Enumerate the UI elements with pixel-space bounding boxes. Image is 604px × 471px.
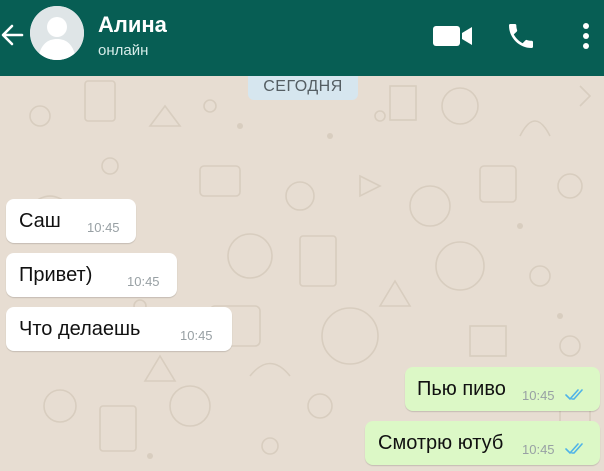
date-separator: СЕГОДНЯ xyxy=(248,76,358,100)
message-time: 10:45 xyxy=(522,442,555,457)
incoming-message[interactable]: Что делаешь 10:45 xyxy=(6,307,232,351)
message-time: 10:45 xyxy=(87,220,120,235)
message-text: Пью пиво xyxy=(417,378,506,400)
message-text: Что делаешь xyxy=(19,318,141,340)
back-arrow-icon[interactable] xyxy=(0,20,26,50)
read-ticks-icon xyxy=(565,443,583,455)
message-text: Привет) xyxy=(19,264,93,286)
chat-header: Алина онлайн xyxy=(0,0,604,76)
incoming-message[interactable]: Саш 10:45 xyxy=(6,199,136,243)
message-text: Смотрю ютуб xyxy=(378,432,504,454)
message-time: 10:45 xyxy=(180,328,213,343)
default-avatar-icon xyxy=(30,6,84,60)
outgoing-message[interactable]: Смотрю ютуб 10:45 xyxy=(365,421,600,465)
contact-name[interactable]: Алина xyxy=(98,12,167,38)
incoming-message[interactable]: Привет) 10:45 xyxy=(6,253,177,297)
phone-call-icon[interactable] xyxy=(505,20,537,52)
message-text: Саш xyxy=(19,210,61,232)
outgoing-message[interactable]: Пью пиво 10:45 xyxy=(405,367,600,411)
more-options-icon[interactable] xyxy=(579,20,593,52)
video-call-icon[interactable] xyxy=(433,25,473,47)
read-ticks-icon xyxy=(565,389,583,401)
message-time: 10:45 xyxy=(127,274,160,289)
contact-status: онлайн xyxy=(98,42,149,59)
message-time: 10:45 xyxy=(522,388,555,403)
avatar[interactable] xyxy=(30,6,84,60)
